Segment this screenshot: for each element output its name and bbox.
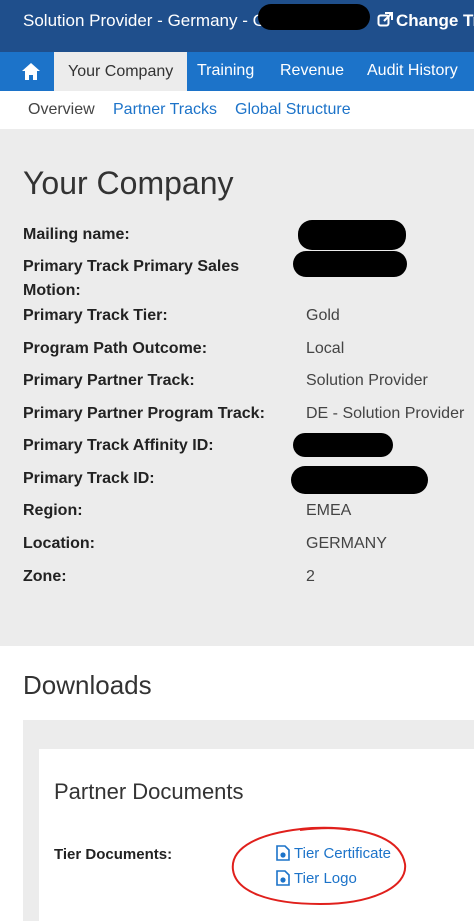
redaction-mark [293,251,407,277]
subnav-partner-tracks[interactable]: Partner Tracks [113,101,217,119]
sub-nav: Overview Partner Tracks Global Structure [9,91,474,129]
subnav-global-structure[interactable]: Global Structure [235,101,351,119]
external-link-icon [377,12,393,27]
redaction-mark [258,4,370,30]
field-value: Local [306,340,345,357]
tier-documents-label: Tier Documents: [54,846,173,863]
field-label: Program Path Outcome: [23,340,208,357]
field-label: Mailing name: [23,226,130,243]
field-value: Solution Provider [306,372,428,389]
field-label: Primary Track ID: [23,470,155,487]
field-label: Region: [23,502,83,519]
tab-your-company[interactable]: Your Company [54,52,188,91]
field-label: Primary Track Tier: [23,307,168,324]
subnav-overview[interactable]: Overview [28,101,95,119]
partner-documents-title: Partner Documents [54,779,244,804]
annotation-circle [231,826,407,906]
change-track-label: Change Tra [396,11,474,30]
tab-revenue[interactable]: Revenue [280,62,344,80]
field-value: 2 [306,568,315,585]
redaction-mark [298,220,406,250]
field-value: Gold [306,307,340,324]
field-label: Primary Partner Track: [23,372,195,389]
downloads-heading: Downloads [23,670,152,700]
tab-training[interactable]: Training [197,62,254,80]
field-value: EMEA [306,502,352,519]
tab-audit-history[interactable]: Audit History [367,62,458,80]
change-track-button[interactable]: Change Tra [377,11,474,31]
redaction-mark [291,466,428,494]
company-details-card: Your Company Mailing name: Primary Track… [0,129,474,646]
field-value: GERMANY [306,535,387,552]
field-label: Primary Track Affinity ID: [23,437,214,454]
home-button[interactable] [14,60,48,84]
field-label: Location: [23,535,95,552]
field-label: Primary Track Primary Sales Motion: [23,258,240,299]
account-title: Solution Provider - Germany - Gold [23,11,289,30]
field-value: DE - Solution Provider [306,405,465,422]
app-header: Solution Provider - Germany - Gold Chang… [0,0,474,52]
field-label: Zone: [23,568,67,585]
main-nav: Your Company Training Revenue Audit Hist… [0,52,474,91]
page-title: Your Company [23,165,234,201]
home-icon [22,63,40,80]
redaction-mark [293,433,393,457]
field-label: Primary Partner Program Track: [23,405,265,422]
